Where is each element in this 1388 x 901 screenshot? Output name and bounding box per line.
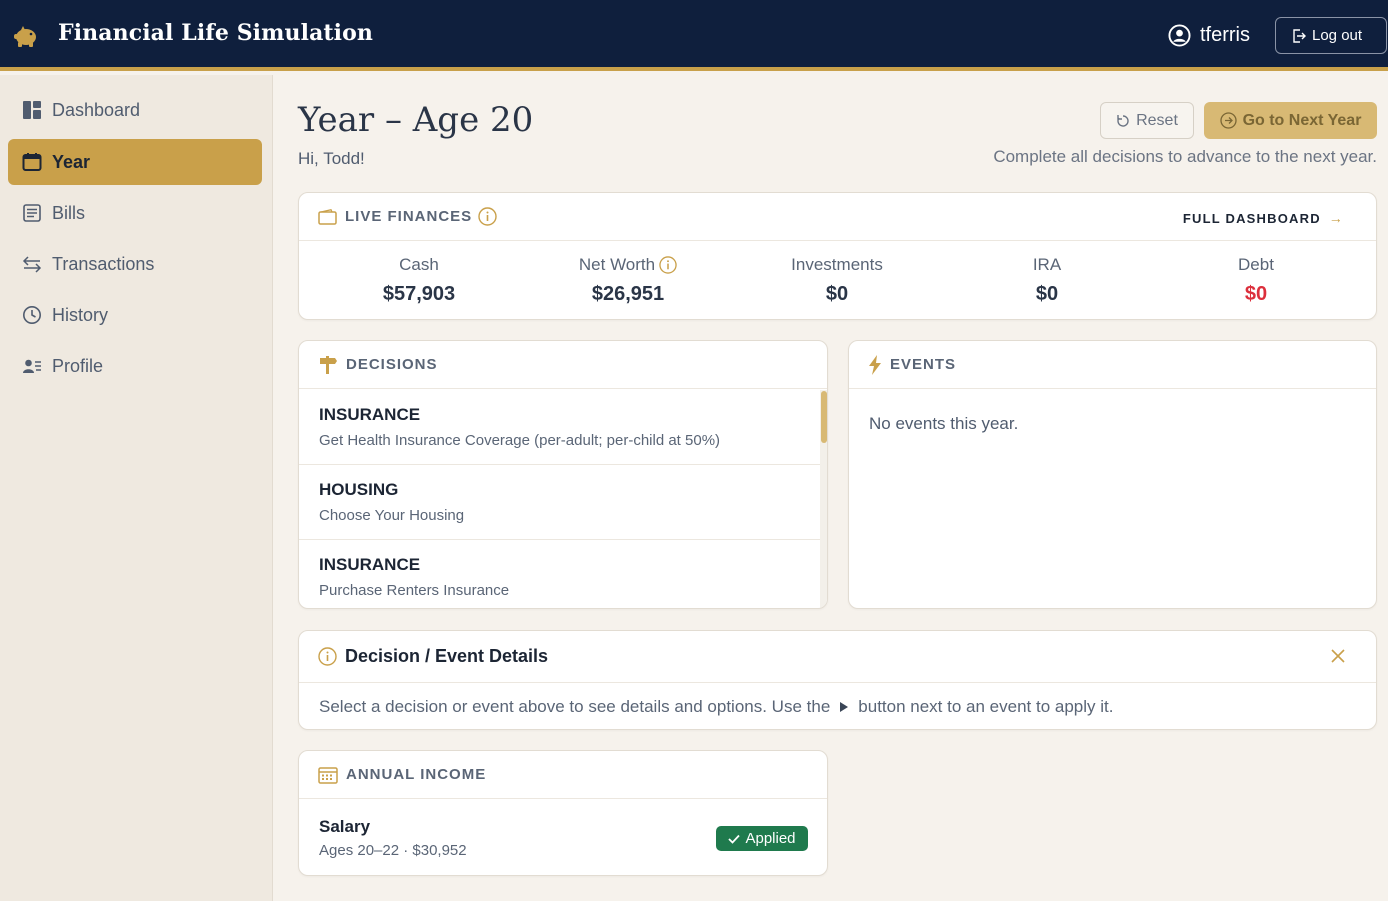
events-header: EVENTS: [849, 341, 1376, 389]
logout-label: Log out: [1312, 27, 1363, 44]
next-year-label: Go to Next Year: [1242, 111, 1362, 129]
decisions-header: DECISIONS: [299, 341, 827, 389]
decision-category: INSURANCE: [319, 555, 421, 574]
sidebar-item-transactions[interactable]: Transactions: [8, 241, 262, 287]
calendar-grid-icon: [318, 766, 338, 784]
bills-icon: [22, 203, 42, 223]
transfer-icon: [22, 254, 42, 274]
metric-label: Cash: [399, 255, 439, 274]
page-title: Year – Age 20: [298, 100, 534, 140]
decisions-scrollbar[interactable]: [820, 390, 827, 608]
greeting: Hi, Todd!: [298, 149, 365, 168]
metric-value: $26,951: [591, 283, 665, 305]
metric-label: Net Worth: [578, 255, 656, 274]
info-icon: [318, 647, 337, 666]
arrow-circle-right-icon: [1219, 112, 1237, 129]
applied-badge: Applied: [716, 826, 808, 851]
metric-debt: Debt $0: [1151, 255, 1361, 306]
events-empty-text: No events this year.: [869, 414, 1019, 433]
income-details: Ages 20–22 · $30,952: [319, 842, 467, 859]
events-title: EVENTS: [890, 356, 957, 373]
scrollbar-thumb[interactable]: [821, 391, 827, 443]
decisions-card: DECISIONS INSURANCE Get Health Insurance…: [298, 340, 828, 609]
decision-description: Get Health Insurance Coverage (per-adult…: [319, 432, 721, 449]
decision-item[interactable]: INSURANCE Get Health Insurance Coverage …: [299, 390, 821, 465]
info-icon[interactable]: [659, 256, 677, 274]
next-year-button[interactable]: Go to Next Year: [1204, 102, 1377, 139]
profile-icon: [22, 356, 42, 376]
play-icon: [840, 702, 849, 712]
sidebar-item-label: Bills: [52, 202, 86, 223]
annual-income-title: ANNUAL INCOME: [346, 766, 487, 783]
decisions-list: INSURANCE Get Health Insurance Coverage …: [299, 390, 821, 608]
sidebar: Dashboard Year Bills Transactions Histor…: [0, 75, 273, 901]
details-card: Decision / Event Details Select a decisi…: [298, 630, 1377, 730]
metric-cash: Cash $57,903: [314, 255, 524, 306]
sidebar-item-label: Transactions: [52, 253, 155, 274]
details-header: Decision / Event Details: [299, 631, 1376, 683]
sidebar-item-history[interactable]: History: [8, 292, 262, 338]
arrow-right-icon: →: [1328, 210, 1344, 226]
metric-value: $57,903: [382, 283, 456, 305]
decision-description: Choose Your Housing: [319, 507, 465, 524]
annual-income-header: ANNUAL INCOME: [299, 751, 827, 799]
details-help-text: Select a decision or event above to see …: [319, 697, 1113, 717]
decisions-title: DECISIONS: [346, 356, 438, 373]
decision-item[interactable]: HOUSING Choose Your Housing: [299, 465, 821, 540]
metric-value: $0: [825, 283, 849, 305]
details-text-before: Select a decision or event above to see …: [319, 697, 831, 716]
metric-value: $0: [1244, 283, 1268, 305]
metric-label: IRA: [1032, 255, 1062, 274]
metric-label: Investments: [791, 255, 883, 274]
metric-value: $0: [1035, 283, 1059, 305]
sidebar-item-profile[interactable]: Profile: [8, 343, 262, 389]
live-finances-card: LIVE FINANCES FULL DASHBOARD → Cash $57,…: [298, 192, 1377, 320]
sidebar-item-dashboard[interactable]: Dashboard: [8, 87, 262, 133]
lightning-icon: [868, 354, 882, 375]
decision-category: HOUSING: [319, 480, 399, 499]
full-dashboard-link[interactable]: FULL DASHBOARD →: [1183, 210, 1344, 226]
piggy-bank-icon: [14, 26, 36, 47]
applied-label: Applied: [745, 830, 796, 847]
metric-net-worth: Net Worth $26,951: [523, 255, 733, 306]
details-text-after: button next to an event to apply it.: [858, 697, 1114, 716]
check-icon: [728, 834, 741, 844]
logout-icon: [1293, 28, 1306, 43]
clock-icon: [22, 305, 42, 325]
sidebar-item-bills[interactable]: Bills: [8, 190, 262, 236]
sidebar-item-label: Year: [52, 151, 91, 172]
signpost-icon: [318, 355, 338, 375]
full-dashboard-label: FULL DASHBOARD: [1182, 210, 1321, 226]
decision-description: Purchase Renters Insurance: [319, 582, 510, 599]
sidebar-item-label: Profile: [52, 355, 104, 376]
dashboard-icon: [22, 100, 42, 120]
username: tferris: [1200, 24, 1250, 46]
metric-ira: IRA $0: [942, 255, 1152, 306]
close-icon[interactable]: [1330, 648, 1346, 669]
wallet-icon: [318, 208, 337, 225]
live-finances-title: LIVE FINANCES: [345, 208, 473, 225]
metric-label: Debt: [1238, 255, 1274, 274]
sidebar-item-label: Dashboard: [52, 99, 141, 120]
decision-item[interactable]: INSURANCE Purchase Renters Insurance: [299, 540, 821, 608]
app-title: Financial Life Simulation: [58, 20, 374, 46]
details-title: Decision / Event Details: [345, 646, 549, 666]
income-name: Salary: [319, 817, 371, 836]
reset-icon: [1117, 114, 1129, 127]
metric-investments: Investments $0: [732, 255, 942, 306]
top-bar: Financial Life Simulation tferris Log ou…: [0, 0, 1388, 71]
calendar-icon: [22, 152, 42, 172]
events-card: EVENTS No events this year.: [848, 340, 1377, 609]
decision-category: INSURANCE: [319, 405, 421, 424]
logout-button[interactable]: Log out: [1275, 17, 1387, 54]
advance-note: Complete all decisions to advance to the…: [993, 147, 1377, 166]
sidebar-item-year[interactable]: Year: [8, 139, 262, 185]
sidebar-item-label: History: [52, 304, 109, 325]
info-icon[interactable]: [478, 207, 497, 226]
reset-label: Reset: [1136, 111, 1178, 129]
user-circle-icon: [1168, 24, 1191, 47]
reset-button[interactable]: Reset: [1100, 102, 1194, 139]
annual-income-card: ANNUAL INCOME Salary Ages 20–22 · $30,95…: [298, 750, 828, 876]
